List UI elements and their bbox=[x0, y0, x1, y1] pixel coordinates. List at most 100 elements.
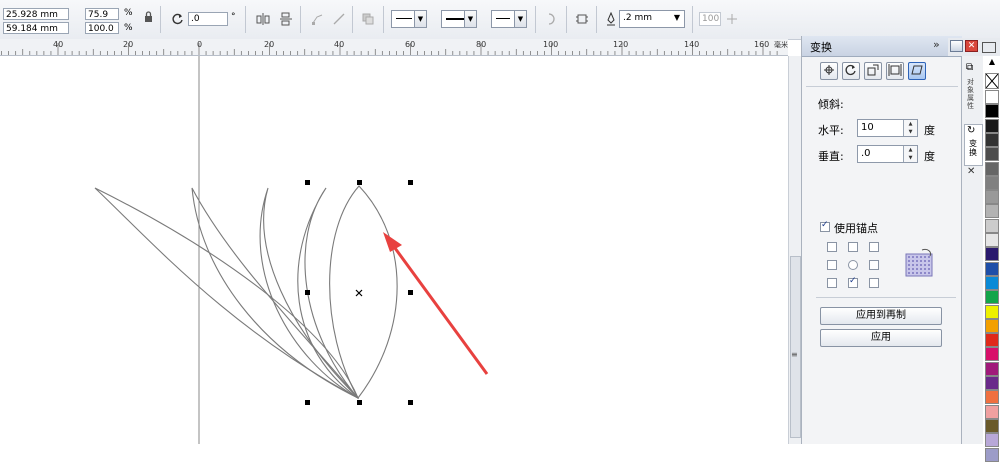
selection-handle[interactable] bbox=[408, 290, 413, 295]
property-bar: 25.928 mm 59.184 mm 75.9 100.0 % % .0 ° … bbox=[0, 0, 1000, 40]
color-swatch[interactable] bbox=[985, 204, 999, 219]
x-position-field[interactable]: 25.928 mm bbox=[3, 8, 69, 20]
color-swatch[interactable] bbox=[985, 304, 999, 319]
scrollbar-thumb[interactable] bbox=[790, 256, 801, 438]
selection-handle[interactable] bbox=[408, 400, 413, 405]
selection-handle[interactable] bbox=[305, 290, 310, 295]
palette-menu-icon[interactable] bbox=[982, 42, 996, 53]
scale-y-field[interactable]: 100.0 bbox=[85, 22, 119, 34]
color-swatch[interactable] bbox=[985, 175, 999, 190]
anchor-top-center-checkbox[interactable] bbox=[848, 242, 858, 252]
vertical-skew-input[interactable]: .0 ▲ ▼ bbox=[857, 145, 918, 163]
color-swatch[interactable] bbox=[985, 147, 999, 162]
anchor-middle-right-checkbox[interactable] bbox=[869, 260, 879, 270]
scale-x-field[interactable]: 75.9 bbox=[85, 8, 119, 20]
drawing-canvas[interactable] bbox=[0, 56, 788, 444]
rotate-mode-button[interactable] bbox=[842, 62, 860, 80]
tab-object-properties[interactable]: ⧉ 对象属性 bbox=[965, 62, 979, 122]
color-swatch[interactable] bbox=[985, 218, 999, 233]
transform-icon: ↻ bbox=[967, 125, 976, 136]
lock-ratio-icon[interactable] bbox=[141, 9, 157, 25]
color-swatch[interactable] bbox=[985, 333, 999, 348]
anchor-top-right-checkbox[interactable] bbox=[869, 242, 879, 252]
color-swatch[interactable] bbox=[985, 190, 999, 205]
start-arrow-dropdown[interactable]: ▼ bbox=[391, 10, 427, 28]
end-arrow-dropdown[interactable]: ▼ bbox=[491, 10, 527, 28]
color-swatch[interactable] bbox=[985, 118, 999, 133]
anchor-bottom-right-checkbox[interactable] bbox=[869, 278, 879, 288]
color-swatch[interactable] bbox=[985, 90, 999, 104]
skew-mode-button[interactable] bbox=[908, 62, 926, 80]
color-swatch[interactable] bbox=[985, 433, 999, 448]
rotate-icon bbox=[845, 64, 856, 76]
scroll-up-icon[interactable]: ▲ bbox=[985, 57, 999, 67]
horizontal-skew-input[interactable]: 10 ▲ ▼ bbox=[857, 119, 918, 137]
use-anchor-checkbox[interactable] bbox=[820, 220, 830, 232]
mirror-vertical-icon[interactable] bbox=[278, 11, 294, 27]
selection-handle[interactable] bbox=[305, 400, 310, 405]
anchor-bottom-left-checkbox[interactable] bbox=[827, 278, 837, 288]
combine-icon[interactable] bbox=[360, 11, 376, 27]
line-preview bbox=[446, 18, 464, 20]
color-swatch[interactable] bbox=[985, 447, 999, 462]
docker-title-bar[interactable]: 变换 » bbox=[802, 36, 962, 57]
petal-shape[interactable] bbox=[94, 187, 360, 400]
close-icon[interactable]: ✕ bbox=[965, 40, 978, 52]
chevron-down-icon: ▼ bbox=[673, 13, 680, 22]
docker-title: 变换 bbox=[810, 41, 832, 54]
color-swatch[interactable] bbox=[985, 275, 999, 290]
expand-icon[interactable]: » bbox=[933, 38, 940, 51]
color-swatch[interactable] bbox=[985, 376, 999, 390]
chevron-down-icon: ▼ bbox=[464, 11, 476, 27]
size-mode-button[interactable] bbox=[886, 62, 904, 80]
color-swatch[interactable] bbox=[985, 361, 999, 376]
close-tab-icon[interactable]: ✕ bbox=[967, 166, 975, 177]
anchor-center-radio[interactable] bbox=[848, 260, 858, 270]
close-path-icon[interactable] bbox=[543, 11, 559, 27]
apply-button[interactable]: 应用 bbox=[820, 329, 942, 347]
crosshair-icon[interactable] bbox=[724, 11, 740, 27]
selection-handle[interactable] bbox=[357, 400, 362, 405]
mirror-horizontal-icon[interactable] bbox=[255, 11, 271, 27]
rotation-angle-field[interactable]: .0 bbox=[188, 12, 228, 26]
color-swatch[interactable] bbox=[985, 404, 999, 419]
center-mark-icon[interactable] bbox=[355, 289, 363, 297]
no-color-swatch[interactable] bbox=[985, 73, 999, 89]
vertical-scrollbar[interactable]: ≡ bbox=[788, 56, 801, 444]
vertical-spinner[interactable]: ▲ ▼ bbox=[903, 146, 917, 162]
wrap-text-icon[interactable] bbox=[574, 11, 590, 27]
color-swatch[interactable] bbox=[985, 290, 999, 305]
horizontal-spinner[interactable]: ▲ ▼ bbox=[903, 120, 917, 136]
outline-width-dropdown[interactable]: .2 mm ▼ bbox=[619, 10, 685, 28]
apply-to-duplicate-button[interactable]: 应用到再制 bbox=[820, 307, 942, 325]
selection-handle[interactable] bbox=[305, 180, 310, 185]
scale-x-percent-symbol: % bbox=[124, 8, 133, 18]
anchor-middle-left-checkbox[interactable] bbox=[827, 260, 837, 270]
color-swatch[interactable] bbox=[985, 390, 999, 405]
color-swatch[interactable] bbox=[985, 161, 999, 176]
selection-handle[interactable] bbox=[357, 180, 362, 185]
y-position-field[interactable]: 59.184 mm bbox=[3, 22, 69, 34]
petal-shape[interactable] bbox=[191, 187, 359, 399]
line-tool-icon[interactable] bbox=[331, 11, 347, 27]
position-mode-button[interactable] bbox=[820, 62, 838, 80]
color-swatch[interactable] bbox=[985, 233, 999, 247]
scale-mirror-mode-button[interactable] bbox=[864, 62, 882, 80]
minimize-icon[interactable] bbox=[950, 40, 963, 52]
color-swatch[interactable] bbox=[985, 104, 999, 119]
node-edit-icon[interactable] bbox=[310, 11, 326, 27]
anchor-bottom-center-checkbox[interactable] bbox=[848, 276, 858, 288]
selection-handle[interactable] bbox=[408, 180, 413, 185]
scale-icon bbox=[867, 64, 879, 76]
line-style-dropdown[interactable]: ▼ bbox=[441, 10, 477, 28]
color-swatch[interactable] bbox=[985, 132, 999, 147]
color-swatch[interactable] bbox=[985, 318, 999, 333]
ruler-label: 160 bbox=[754, 40, 770, 49]
tab-transform[interactable]: ↻ 变换 bbox=[964, 124, 983, 166]
color-swatch[interactable] bbox=[985, 347, 999, 362]
color-swatch[interactable] bbox=[985, 418, 999, 433]
anchor-top-left-checkbox[interactable] bbox=[827, 242, 837, 252]
mirror-value-field[interactable]: 100 bbox=[699, 12, 721, 26]
color-swatch[interactable] bbox=[985, 247, 999, 262]
color-swatch[interactable] bbox=[985, 261, 999, 276]
